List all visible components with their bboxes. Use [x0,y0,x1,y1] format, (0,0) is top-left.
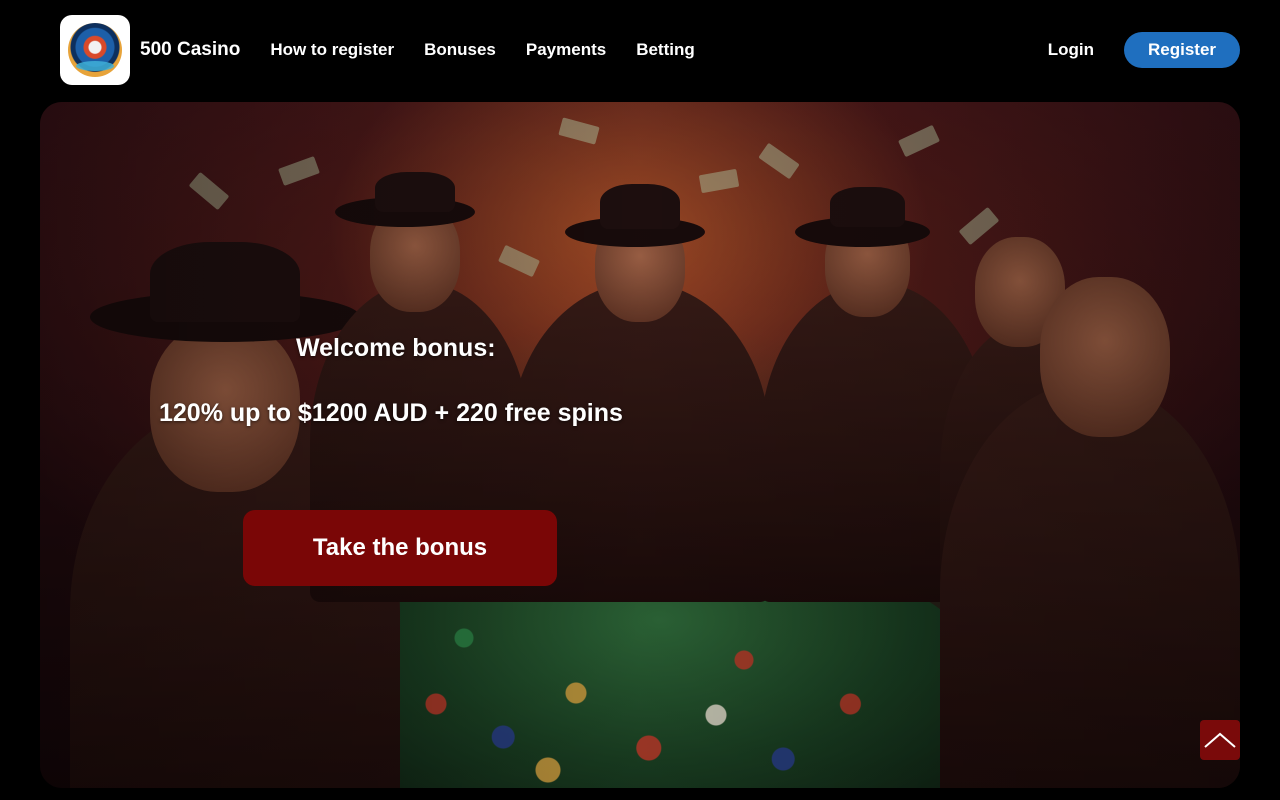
nav-bonuses[interactable]: Bonuses [424,40,496,60]
login-link[interactable]: Login [1048,40,1094,60]
take-bonus-button[interactable]: Take the bonus [243,510,557,586]
nav-payments[interactable]: Payments [526,40,606,60]
casino-logo[interactable] [60,15,130,85]
register-button[interactable]: Register [1124,32,1240,68]
welcome-bonus-offer: 120% up to $1200 AUD + 220 free spins [159,399,623,427]
chevron-up-icon [1204,732,1236,748]
site-header: 500 Casino How to register Bonuses Payme… [60,15,1240,85]
logo-emblem-icon [68,23,122,77]
scroll-to-top-button[interactable] [1200,720,1240,760]
brand-name[interactable]: 500 Casino [140,39,240,61]
nav-betting[interactable]: Betting [636,40,695,60]
nav-how-to-register[interactable]: How to register [270,40,394,60]
main-nav: How to register Bonuses Payments Betting [270,40,724,60]
hero-banner: Welcome bonus: 120% up to $1200 AUD + 22… [40,102,1240,788]
welcome-bonus-title: Welcome bonus: [296,334,496,362]
